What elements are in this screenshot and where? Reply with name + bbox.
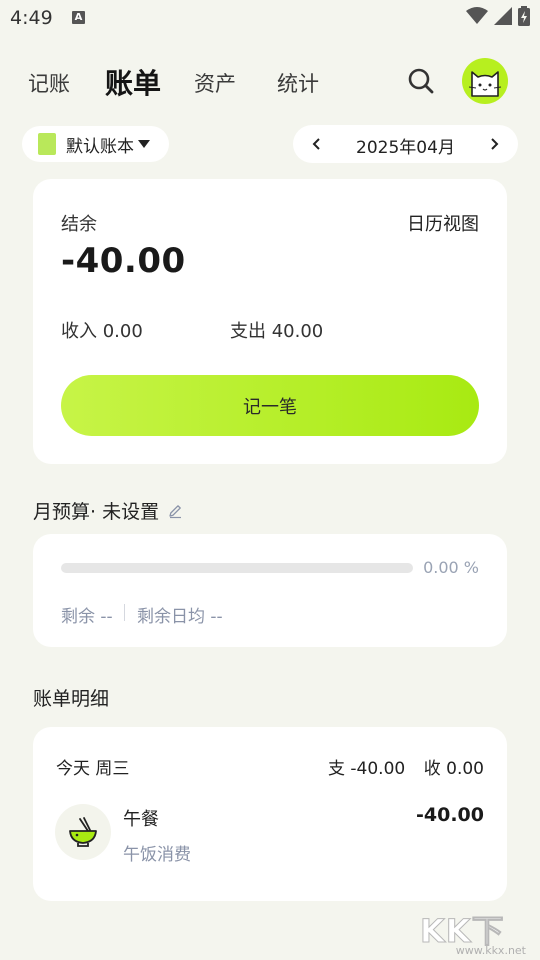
details-card: 今天 周三 支 -40.00 收 0.00 午餐 午饭消费 -40.00: [33, 727, 507, 901]
watermark-logo: KK下载 www.kkx.net: [420, 906, 538, 960]
battery-charging-icon: [518, 6, 530, 26]
wifi-icon: [466, 7, 488, 24]
bowl-icon: [55, 804, 111, 860]
signal-icon: [494, 7, 512, 25]
divider: [124, 604, 125, 621]
budget-daily-average: 剩余日均 --: [137, 607, 223, 627]
book-name: 默认账本: [66, 136, 134, 157]
balance-label: 结余: [61, 214, 97, 235]
budget-remaining: 剩余 --: [61, 607, 113, 627]
search-button[interactable]: [406, 66, 436, 96]
avatar[interactable]: [462, 58, 508, 104]
balance-value: -40.00: [61, 241, 186, 281]
budget-card: 0.00 % 剩余 -- 剩余日均 --: [33, 534, 507, 647]
book-selector[interactable]: 默认账本: [22, 126, 169, 162]
tab-statistics[interactable]: 统计: [277, 68, 319, 98]
status-time: 4:49: [10, 7, 53, 29]
status-icons: [466, 6, 530, 26]
item-amount: -40.00: [416, 804, 484, 826]
details-header: 账单明细: [33, 688, 110, 710]
cat-icon: [468, 71, 502, 97]
a-icon: A: [72, 11, 85, 24]
caret-down-icon: [138, 140, 150, 148]
next-month-button[interactable]: [484, 133, 504, 155]
item-note: 午饭消费: [123, 845, 191, 865]
item-title: 午餐: [123, 809, 159, 830]
notebook-icon: [38, 133, 56, 155]
top-nav: 记账 账单 资产 统计: [0, 56, 540, 108]
tab-assets[interactable]: 资产: [194, 68, 236, 98]
day-expense: 支 -40.00: [328, 759, 406, 779]
chevron-right-icon: [491, 138, 499, 150]
income-total: 收入 0.00: [61, 321, 143, 342]
search-icon: [408, 68, 434, 94]
budget-header[interactable]: 月预算· 未设置: [33, 497, 183, 524]
budget-title: 月预算· 未设置: [33, 501, 160, 523]
tab-bookkeeping[interactable]: 记账: [28, 68, 70, 98]
tab-bills[interactable]: 账单: [105, 62, 161, 102]
day-income: 收 0.00: [423, 759, 484, 779]
month-selector: 2025年04月: [293, 125, 518, 163]
calendar-view-link[interactable]: 日历视图: [407, 210, 479, 236]
pencil-icon: [169, 504, 182, 518]
budget-progress-text: 0.00 %: [423, 558, 479, 577]
budget-progress-bar: [61, 563, 413, 573]
expense-total: 支出 40.00: [230, 321, 324, 342]
status-bar: 4:49 A: [0, 0, 540, 36]
summary-card: 结余 日历视图 -40.00 收入 0.00 支出 40.00 记一笔: [33, 179, 507, 464]
add-record-button[interactable]: 记一笔: [61, 375, 479, 436]
watermark-url: www.kkx.net: [455, 944, 526, 957]
day-label: 今天 周三: [56, 759, 130, 779]
